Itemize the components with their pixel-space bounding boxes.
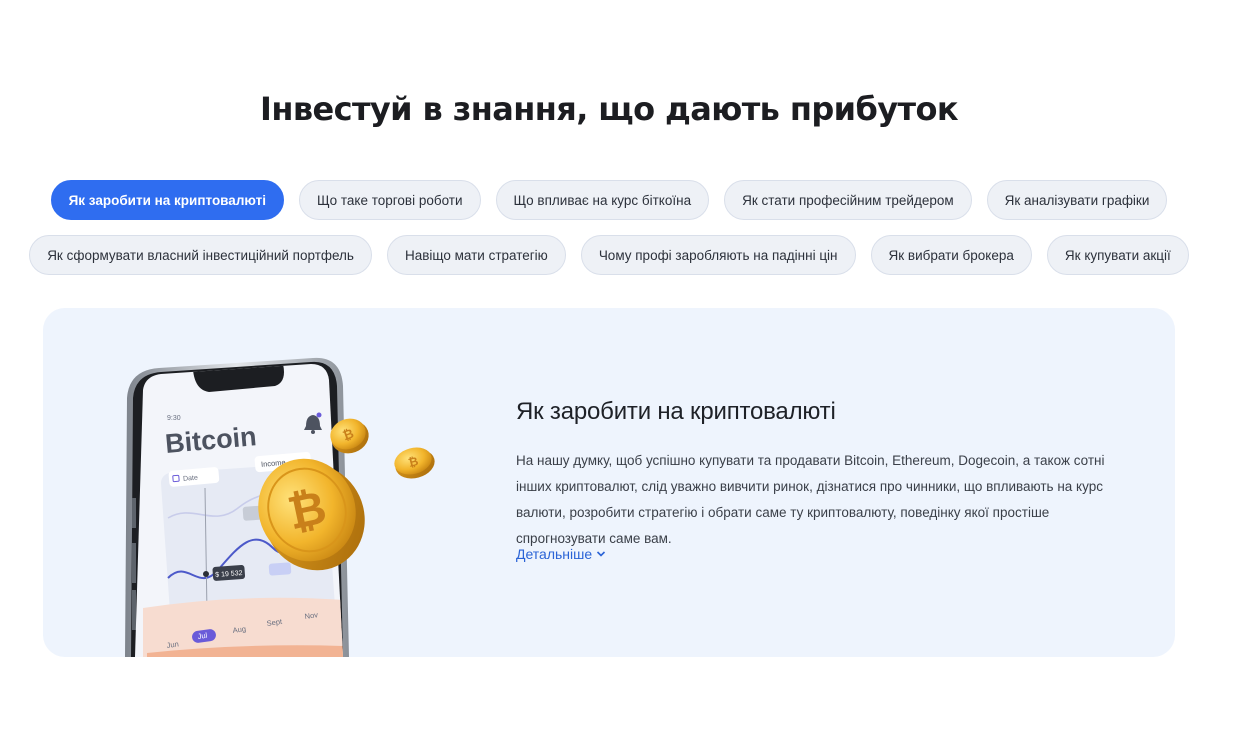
month-label: Aug [232, 624, 246, 635]
topic-chip-falling-prices[interactable]: Чому профі заробляють на падінні цін [580, 235, 856, 275]
topic-chip-pro-trader[interactable]: Як стати професійним трейдером [724, 180, 972, 220]
topic-chip-buy-stocks[interactable]: Як купувати акції [1046, 235, 1189, 275]
topic-chip-chart-analysis[interactable]: Як аналізувати графіки [986, 180, 1168, 220]
details-link-label: Детальніше [516, 546, 593, 562]
card-title: Як заробити на криптовалюті [516, 398, 836, 425]
topic-row-2: Як сформувати власний інвестиційний порт… [0, 235, 1218, 275]
page-title: Інвестуй в знання, що дають прибуток [260, 90, 959, 128]
topic-chip-trading-robots[interactable]: Що таке торгові роботи [298, 180, 481, 220]
topic-chip-crypto-earning[interactable]: Як заробити на криптовалюті [50, 180, 284, 220]
phone-time: 9:30 [167, 415, 181, 422]
bitcoin-coin-small: ₿ [394, 447, 435, 479]
topic-chip-strategy[interactable]: Навіщо мати стратегію [386, 235, 566, 275]
month-label: Jun [166, 639, 179, 650]
details-link[interactable]: Детальніше [516, 546, 606, 562]
topic-chips: Як заробити на криптовалюті Що таке торг… [0, 180, 1218, 290]
topic-card: $ 19 532 Jun Jul Aug Sept Nov 9:30 Bitco… [43, 308, 1175, 657]
topic-row-1: Як заробити на криптовалюті Що таке торг… [0, 180, 1218, 220]
topic-chip-bitcoin-rate[interactable]: Що впливає на курс біткоїна [495, 180, 710, 220]
phone-date-label: Date [183, 475, 198, 483]
month-label: Jul [197, 631, 208, 641]
phone-bitcoin-illustration: $ 19 532 Jun Jul Aug Sept Nov 9:30 Bitco… [125, 357, 435, 657]
card-description: На нашу думку, щоб успішно купувати та п… [516, 453, 1105, 546]
chevron-down-icon [597, 551, 606, 557]
topic-chip-portfolio[interactable]: Як сформувати власний інвестиційний порт… [29, 235, 372, 275]
month-label: Nov [304, 610, 319, 621]
topic-chip-choose-broker[interactable]: Як вибрати брокера [870, 235, 1032, 275]
